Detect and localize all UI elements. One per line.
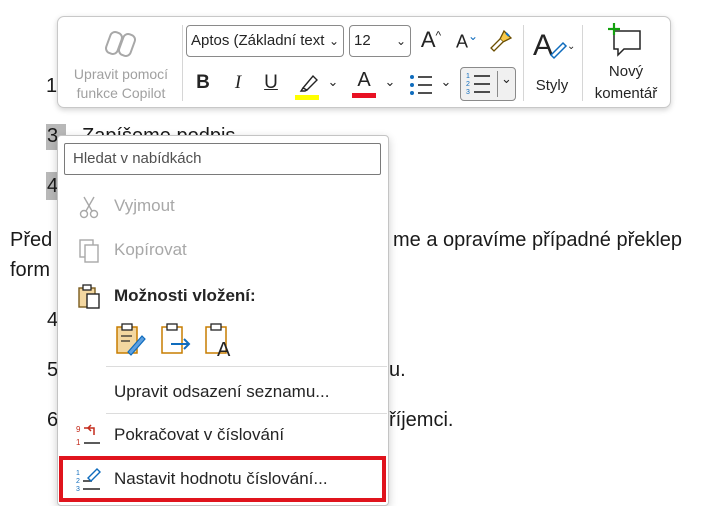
menu-item-cut[interactable]: Vyjmout bbox=[58, 186, 388, 226]
styles-label: Styly bbox=[535, 77, 569, 94]
copilot-icon bbox=[105, 31, 136, 57]
font-size-value: 12 bbox=[354, 32, 371, 49]
format-painter-button[interactable] bbox=[487, 28, 515, 56]
menu-divider bbox=[106, 366, 387, 367]
menu-search-placeholder: Hledat v nabídkách bbox=[73, 150, 202, 167]
continue-numbering-icon: 9 1 bbox=[76, 424, 100, 447]
toolbar-divider bbox=[523, 25, 524, 101]
paragraph-text[interactable]: form bbox=[10, 259, 50, 282]
copilot-edit-button[interactable]: Upravit pomocí funkce Copilot bbox=[62, 23, 180, 103]
list-item-text[interactable]: říjemci. bbox=[389, 409, 453, 432]
mini-toolbar: Upravit pomocí funkce Copilot Aptos (Zák… bbox=[57, 16, 671, 108]
menu-item-label: Možnosti vložení: bbox=[114, 286, 256, 305]
scissors-icon bbox=[79, 196, 99, 219]
italic-icon: I bbox=[234, 72, 242, 93]
bullets-dropdown[interactable]: ⌄ bbox=[439, 74, 453, 90]
toolbar-divider bbox=[182, 25, 183, 101]
underline-icon: U bbox=[264, 72, 278, 93]
bold-button[interactable]: B bbox=[191, 72, 215, 94]
chevron-down-icon: ⌄ bbox=[440, 74, 452, 89]
toolbar-divider bbox=[582, 25, 583, 101]
chevron-down-icon: ⌄ bbox=[395, 34, 406, 48]
menu-item-paste-options: Možnosti vložení: bbox=[58, 276, 388, 316]
paste-merge-formatting-icon bbox=[161, 323, 191, 354]
paragraph-text[interactable]: Před bbox=[10, 229, 52, 252]
annotation-highlight-box bbox=[59, 456, 386, 502]
menu-search-input[interactable]: Hledat v nabídkách bbox=[64, 143, 381, 175]
svg-text:1: 1 bbox=[466, 73, 470, 80]
bullets-button[interactable] bbox=[406, 73, 436, 99]
grow-font-icon: A bbox=[420, 27, 436, 52]
new-comment-icon bbox=[608, 23, 641, 57]
underline-button[interactable]: U bbox=[259, 72, 283, 94]
svg-text:1: 1 bbox=[76, 438, 81, 447]
styles-icon: A ⌄ bbox=[533, 29, 575, 62]
menu-divider bbox=[106, 413, 387, 414]
bold-icon: B bbox=[196, 72, 210, 93]
highlight-dropdown[interactable]: ⌄ bbox=[326, 74, 340, 90]
svg-text:A: A bbox=[217, 339, 231, 358]
paste-text-only-icon: A bbox=[205, 323, 231, 361]
shrink-font-icon: A bbox=[455, 31, 468, 52]
grow-font-button[interactable]: A^ bbox=[418, 27, 444, 55]
menu-item-label: Kopírovat bbox=[114, 240, 187, 259]
styles-button[interactable]: A ⌄ Styly bbox=[527, 23, 577, 103]
highlight-color-bar bbox=[295, 95, 319, 100]
context-menu: Hledat v nabídkách Vyjmout Kopírovat Mož… bbox=[57, 135, 389, 506]
menu-item-copy[interactable]: Kopírovat bbox=[58, 230, 388, 270]
bullet-list-icon bbox=[410, 75, 432, 95]
font-name-select[interactable]: Aptos (Základní text ⌄ bbox=[186, 25, 344, 57]
new-comment-label-line1: Nový bbox=[608, 63, 644, 80]
font-color-dropdown[interactable]: ⌄ bbox=[383, 74, 397, 90]
highlighter-icon bbox=[299, 74, 318, 92]
copilot-label-line2: funkce Copilot bbox=[76, 85, 166, 101]
svg-text:A: A bbox=[533, 29, 553, 62]
new-comment-button[interactable]: Nový komentář bbox=[586, 23, 666, 103]
paste-text-only-button[interactable]: A bbox=[203, 322, 237, 361]
svg-text:⌄: ⌄ bbox=[567, 41, 575, 52]
menu-item-label: Upravit odsazení seznamu... bbox=[114, 382, 330, 401]
numbered-list-icon: 1 2 3 bbox=[466, 73, 490, 96]
copy-icon bbox=[79, 239, 99, 263]
highlight-button[interactable] bbox=[293, 72, 323, 100]
font-color-bar bbox=[352, 93, 376, 98]
svg-text:9: 9 bbox=[76, 425, 81, 434]
format-painter-icon bbox=[490, 29, 513, 52]
menu-item-label: Pokračovat v číslování bbox=[114, 425, 285, 444]
shrink-font-button[interactable]: A⌄ bbox=[454, 29, 480, 57]
numbering-button[interactable]: 1 2 3 ⌄ bbox=[460, 67, 516, 101]
new-comment-label-line2: komentář bbox=[594, 85, 658, 102]
paste-icon bbox=[78, 284, 100, 309]
paste-keep-formatting-icon bbox=[116, 323, 146, 356]
chevron-down-icon: ⌄ bbox=[384, 74, 396, 89]
numbering-dropdown-divider bbox=[497, 71, 498, 97]
menu-item-adjust-list-indent[interactable]: Upravit odsazení seznamu... bbox=[58, 372, 388, 412]
svg-text:2: 2 bbox=[466, 81, 470, 88]
list-number: 1 bbox=[46, 75, 58, 97]
italic-button[interactable]: I bbox=[226, 72, 250, 94]
font-size-select[interactable]: 12 ⌄ bbox=[349, 25, 411, 57]
list-item-text[interactable]: u. bbox=[389, 359, 406, 382]
menu-item-continue-numbering[interactable]: 9 1 Pokračovat v číslování bbox=[58, 415, 388, 455]
menu-item-label: Vyjmout bbox=[114, 196, 175, 215]
paste-merge-formatting-button[interactable] bbox=[159, 322, 193, 358]
chevron-down-icon: ⌄ bbox=[326, 26, 339, 56]
font-name-value: Aptos (Základní text bbox=[191, 32, 325, 49]
copilot-label-line1: Upravit pomocí bbox=[73, 66, 169, 82]
chevron-down-icon: ⌄ bbox=[327, 74, 339, 89]
font-color-icon: A bbox=[357, 69, 371, 91]
chevron-down-icon[interactable]: ⌄ bbox=[501, 71, 512, 87]
font-color-button[interactable]: A bbox=[350, 69, 378, 99]
paste-keep-formatting-button[interactable] bbox=[114, 322, 148, 358]
svg-text:3: 3 bbox=[466, 89, 470, 96]
paragraph-text[interactable]: me a opravíme případné překlep bbox=[393, 229, 682, 252]
